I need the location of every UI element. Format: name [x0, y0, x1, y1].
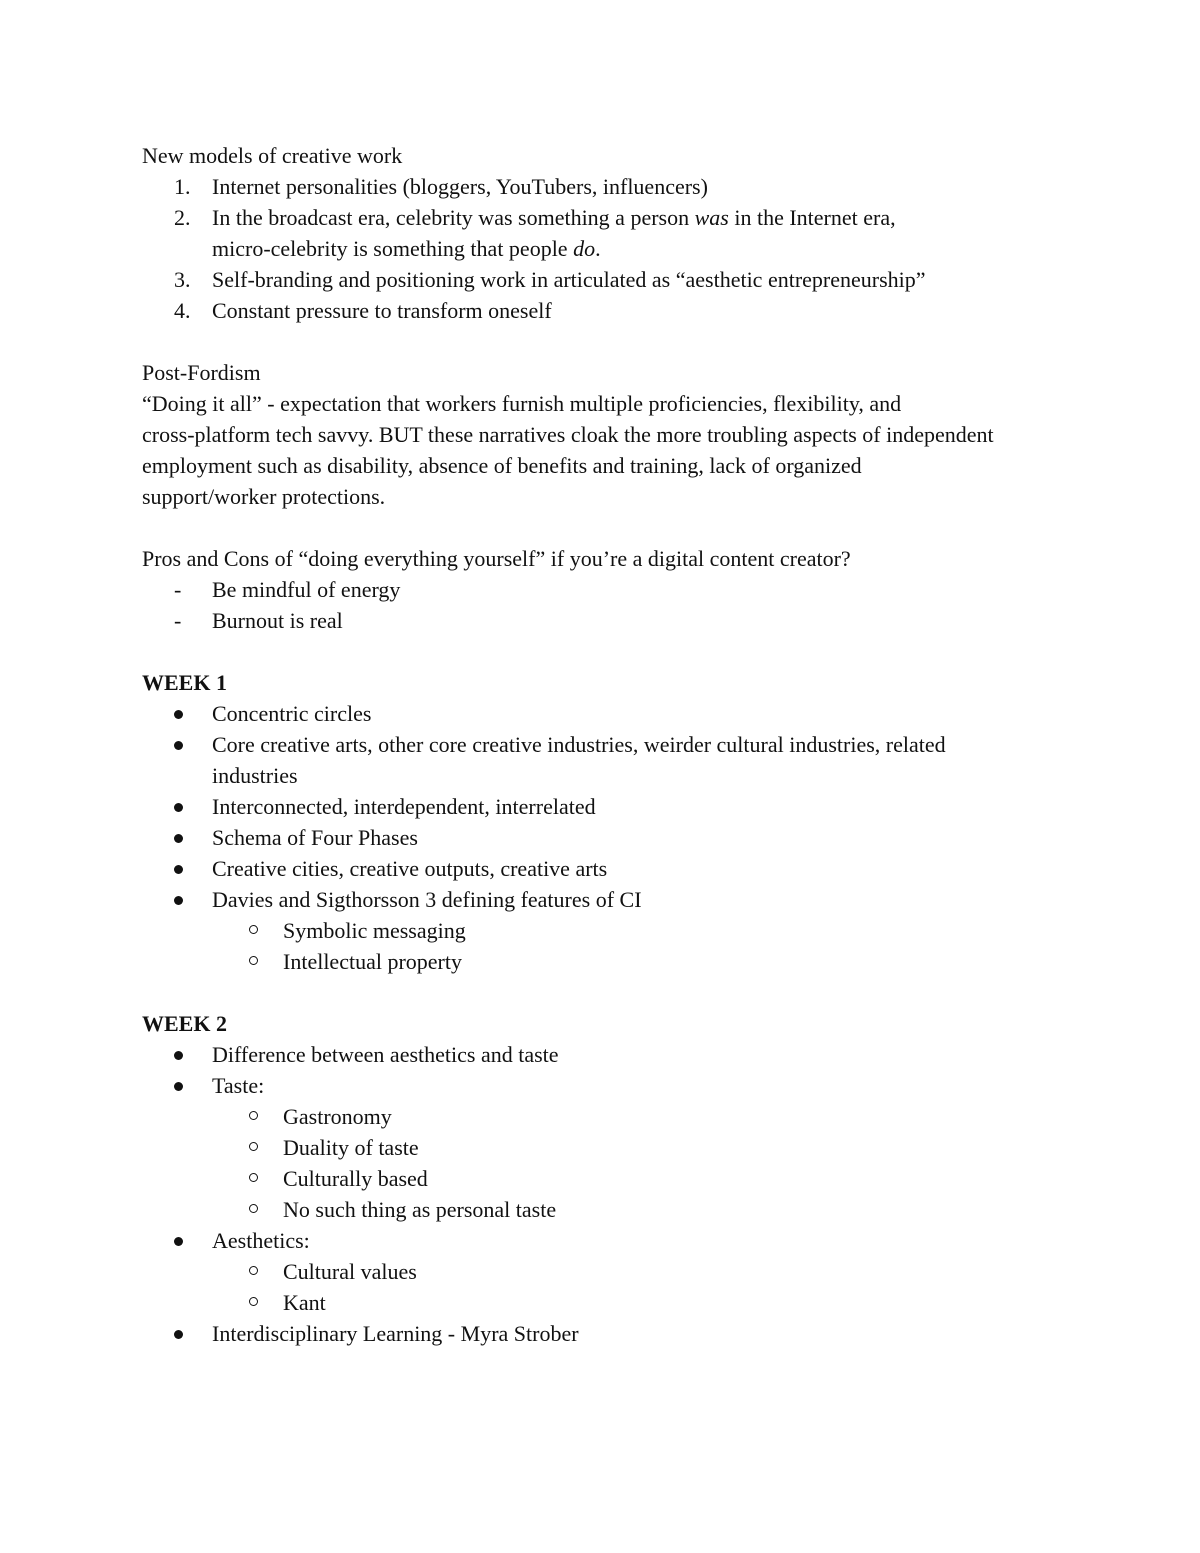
list-item-text: Taste:	[212, 1073, 265, 1098]
list-item: Core creative arts, other core creative …	[142, 729, 1082, 791]
list-item: Interdisciplinary Learning - Myra Strobe…	[142, 1318, 1082, 1349]
dash-marker: -	[174, 577, 182, 602]
sub-list-item: Culturally based	[142, 1163, 1082, 1194]
dash-list: - Be mindful of energy - Burnout is real	[142, 574, 1082, 636]
list-item: 3. Self-branding and positioning work in…	[142, 264, 1082, 295]
list-item-text: Aesthetics:	[212, 1228, 310, 1253]
list-item: Concentric circles	[142, 698, 1082, 729]
dash-marker: -	[174, 608, 182, 633]
text-segment: industries	[212, 763, 298, 788]
list-item-text: Interconnected, interdependent, interrel…	[212, 794, 596, 819]
bullet-circle-icon	[249, 1204, 258, 1214]
list-number: 3.	[174, 267, 191, 292]
bullet-dot-icon	[174, 1236, 183, 1246]
bullet-circle-icon	[249, 925, 258, 935]
list-item-text: No such thing as personal taste	[283, 1197, 557, 1222]
bullet-list: Concentric circles Core creative arts, o…	[142, 698, 1082, 977]
sub-list-item: Kant	[142, 1287, 1082, 1318]
list-item-text: Be mindful of energy	[212, 577, 401, 602]
list-item-text: Gastronomy	[283, 1104, 392, 1129]
list-item-text: Concentric circles	[212, 701, 372, 726]
section-title-pros-cons: Pros and Cons of “doing everything yours…	[142, 546, 851, 571]
list-item: Taste:	[142, 1070, 1082, 1101]
list-number: 4.	[174, 298, 191, 323]
list-item-text: Cultural values	[283, 1259, 417, 1284]
paragraph-line: “Doing it all” - expectation that worker…	[142, 391, 902, 416]
bullet-dot-icon	[174, 1329, 183, 1339]
list-item: - Burnout is real	[142, 605, 1082, 636]
list-item: 2. In the broadcast era, celebrity was s…	[142, 202, 1082, 264]
text-segment: .	[595, 236, 601, 261]
list-item-text: Core creative arts, other core creative …	[212, 729, 1082, 791]
bullet-dot-icon	[174, 864, 183, 874]
paragraph-line: cross-platform tech savvy. BUT these nar…	[142, 422, 994, 447]
sub-list-item: Intellectual property	[142, 946, 1082, 977]
bullet-dot-icon	[174, 895, 183, 905]
list-item-text: Constant pressure to transform oneself	[212, 298, 552, 323]
sub-list-item: No such thing as personal taste	[142, 1194, 1082, 1225]
emphasis-text: was	[694, 205, 729, 230]
section-heading-week-1: WEEK 1	[142, 670, 227, 695]
bullet-dot-icon	[174, 1081, 183, 1091]
post-fordism-paragraph: “Doing it all” - expectation that worker…	[142, 388, 1082, 512]
list-number: 1.	[174, 174, 191, 199]
list-item: - Be mindful of energy	[142, 574, 1082, 605]
text-segment: micro-celebrity is something that people	[212, 236, 574, 261]
section-title-post-fordism: Post-Fordism	[142, 360, 261, 385]
bullet-list: Difference between aesthetics and taste …	[142, 1039, 1082, 1349]
list-number: 2.	[174, 205, 191, 230]
sub-list-item: Duality of taste	[142, 1132, 1082, 1163]
bullet-circle-icon	[249, 1142, 258, 1152]
bullet-circle-icon	[249, 1111, 258, 1121]
list-item: Davies and Sigthorsson 3 defining featur…	[142, 884, 1082, 915]
bullet-dot-icon	[174, 833, 183, 843]
list-item: 4. Constant pressure to transform onesel…	[142, 295, 1082, 326]
list-item-text: Duality of taste	[283, 1135, 419, 1160]
section-heading-week-2: WEEK 2	[142, 1011, 227, 1036]
list-item-text: Culturally based	[283, 1166, 428, 1191]
list-item: Schema of Four Phases	[142, 822, 1082, 853]
sub-list-item: Symbolic messaging	[142, 915, 1082, 946]
paragraph-line: support/worker protections.	[142, 484, 386, 509]
section-title-creative-work: New models of creative work	[142, 143, 403, 168]
bullet-dot-icon	[174, 802, 183, 812]
bullet-circle-icon	[249, 1297, 258, 1307]
text-segment: in the Internet era,	[728, 205, 896, 230]
text-segment: In the broadcast era, celebrity was some…	[212, 205, 695, 230]
list-item-text: Internet personalities (bloggers, YouTub…	[212, 174, 708, 199]
list-item-text: Davies and Sigthorsson 3 defining featur…	[212, 887, 642, 912]
sub-list-item: Cultural values	[142, 1256, 1082, 1287]
list-item: Aesthetics:	[142, 1225, 1082, 1256]
bullet-dot-icon	[174, 709, 183, 719]
list-item-text: Self-branding and positioning work in ar…	[212, 267, 926, 292]
list-item-text: Interdisciplinary Learning - Myra Strobe…	[212, 1321, 579, 1346]
list-item-text: Kant	[283, 1290, 326, 1315]
list-item: Difference between aesthetics and taste	[142, 1039, 1082, 1070]
list-item-text: Symbolic messaging	[283, 918, 466, 943]
list-item-text: Burnout is real	[212, 608, 343, 633]
text-segment: Core creative arts, other core creative …	[212, 732, 946, 757]
emphasis-text: do	[573, 236, 596, 261]
list-item-text: Creative cities, creative outputs, creat…	[212, 856, 608, 881]
list-item-text: Schema of Four Phases	[212, 825, 418, 850]
bullet-circle-icon	[249, 1266, 258, 1276]
bullet-circle-icon	[249, 956, 258, 966]
list-item-text: In the broadcast era, celebrity was some…	[212, 202, 1082, 264]
list-item: Interconnected, interdependent, interrel…	[142, 791, 1082, 822]
list-item: Creative cities, creative outputs, creat…	[142, 853, 1082, 884]
bullet-circle-icon	[249, 1173, 258, 1183]
paragraph-line: employment such as disability, absence o…	[142, 453, 862, 478]
list-item-text: Difference between aesthetics and taste	[212, 1042, 559, 1067]
bullet-dot-icon	[174, 740, 183, 750]
list-item: 1. Internet personalities (bloggers, You…	[142, 171, 1082, 202]
list-item-text: Intellectual property	[283, 949, 462, 974]
bullet-dot-icon	[174, 1050, 183, 1060]
sub-list-item: Gastronomy	[142, 1101, 1082, 1132]
document-page: New models of creative work 1. Internet …	[142, 140, 1082, 1349]
numbered-list: 1. Internet personalities (bloggers, You…	[142, 171, 1082, 326]
